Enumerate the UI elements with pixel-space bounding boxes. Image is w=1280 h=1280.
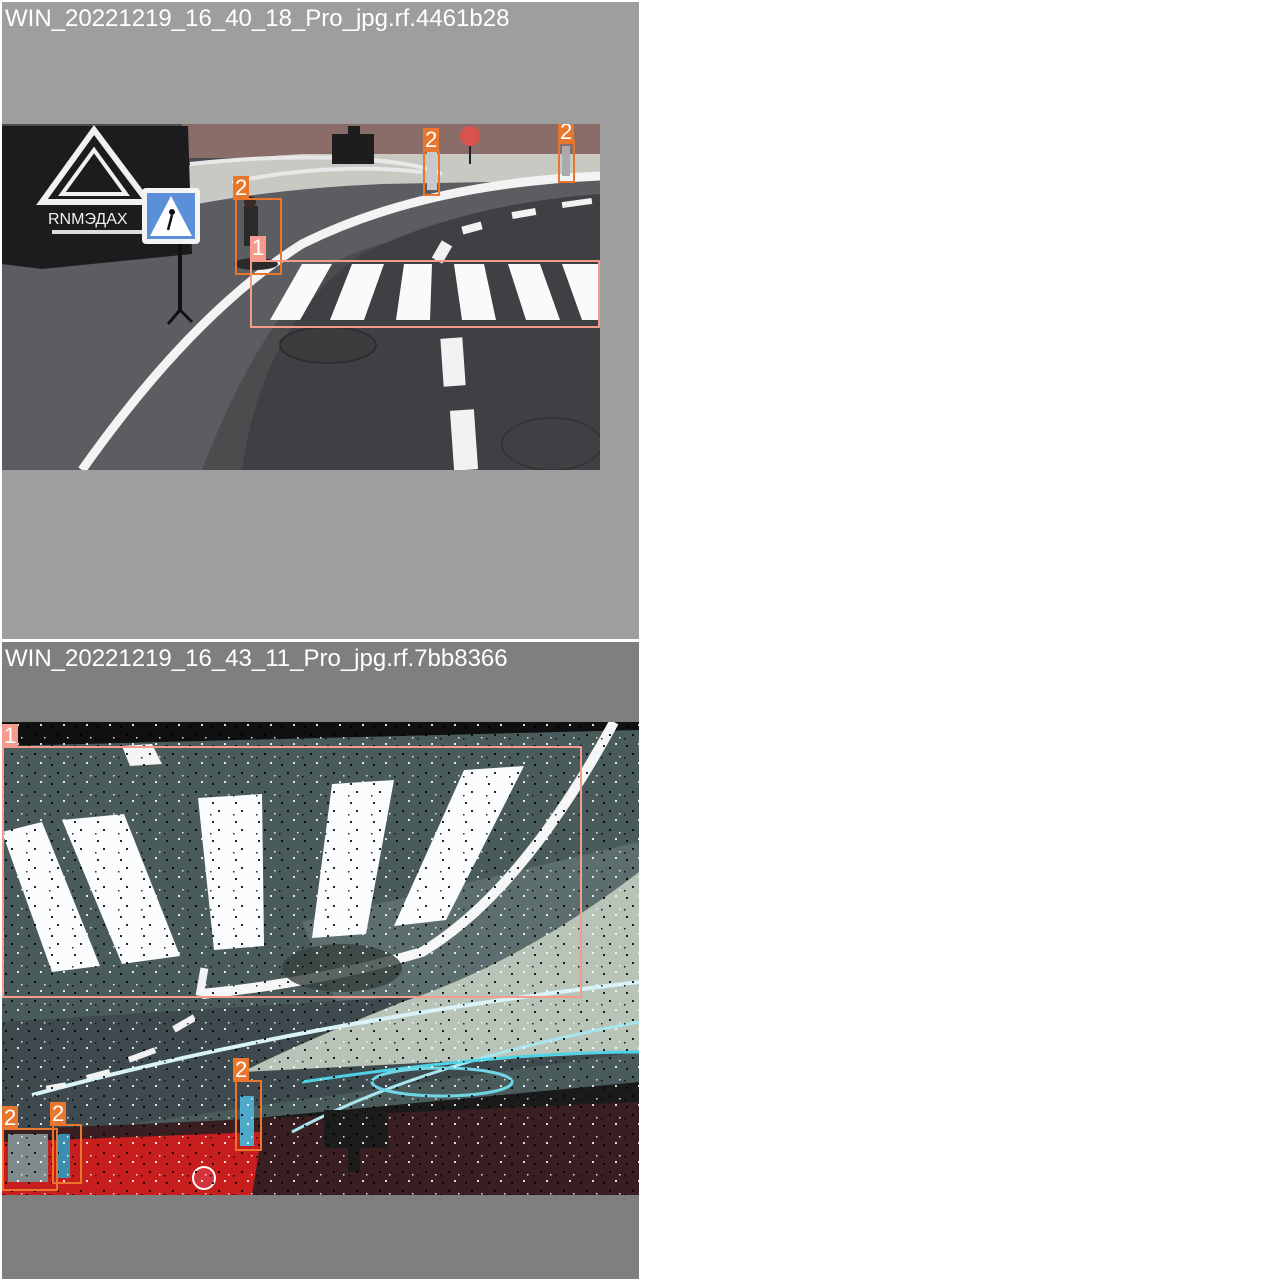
image-filename-2: WIN_20221219_16_43_11_Pro_jpg.rf.7bb8366	[5, 645, 508, 672]
bbox-label: 2	[50, 1101, 67, 1126]
bbox-label: 2	[2, 1105, 19, 1130]
image-tile-1[interactable]: WIN_20221219_16_40_18_Pro_jpg.rf.4461b28	[2, 2, 639, 639]
bbox-class-2[interactable]	[558, 140, 575, 183]
bbox-class-1[interactable]	[250, 260, 600, 328]
photo-1: RNMЭДАХ 2 2 2 1	[2, 124, 600, 470]
bbox-class-2[interactable]	[2, 1128, 58, 1191]
bbox-label: 2	[233, 1057, 250, 1082]
image-filename-1: WIN_20221219_16_40_18_Pro_jpg.rf.4461b28	[5, 5, 510, 32]
photo-2: 1 2 2 2	[2, 722, 639, 1195]
bbox-label: 2	[558, 124, 575, 144]
bbox-class-2[interactable]	[52, 1124, 82, 1184]
bbox-label: 1	[250, 235, 267, 260]
bbox-class-1[interactable]	[2, 746, 582, 998]
banner-sign-text: RNMЭДАХ	[48, 211, 128, 228]
bbox-class-2[interactable]	[423, 150, 440, 196]
bbox-label: 2	[233, 175, 250, 200]
bbox-label: 1	[2, 723, 19, 748]
bbox-class-2[interactable]	[235, 1080, 262, 1151]
image-tile-2[interactable]: WIN_20221219_16_43_11_Pro_jpg.rf.7bb8366	[2, 642, 639, 1279]
bbox-label: 2	[423, 127, 440, 152]
